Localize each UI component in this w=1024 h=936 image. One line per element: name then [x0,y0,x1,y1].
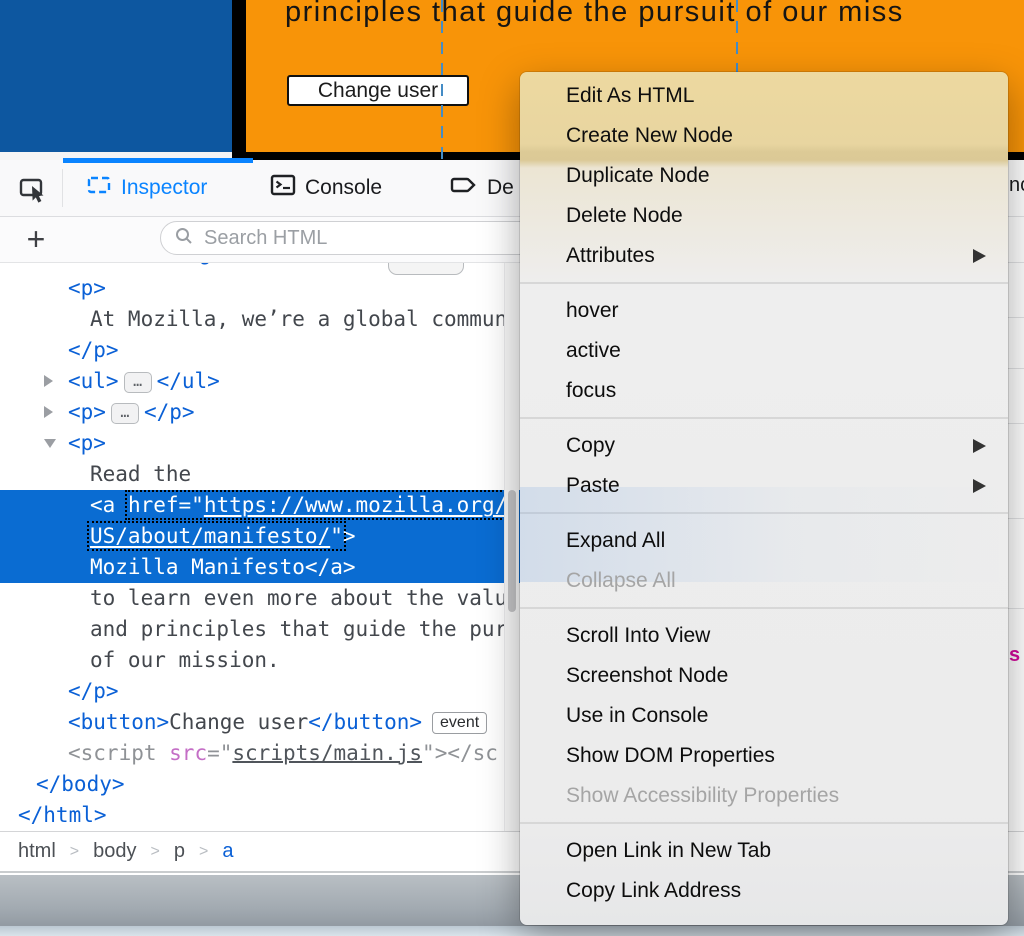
menu-item-delete-node[interactable]: Delete Node [520,196,1008,236]
menu-separator [520,607,1008,609]
menu-separator [520,512,1008,514]
console-icon [270,172,296,204]
menu-item-hover[interactable]: hover [520,291,1008,331]
inspector-frame-icon [86,172,112,204]
panel-divider [1008,608,1024,609]
scrollbar-thumb[interactable] [508,490,516,612]
markup-row[interactable]: to learn even more about the valu [0,583,520,614]
markup-row-p-collapsed[interactable]: <p>…</p> [0,397,520,428]
tab-debugger[interactable]: De [450,160,514,215]
menu-item-focus[interactable]: focus [520,371,1008,411]
markup-row-p-expanded[interactable]: <p> [0,428,520,459]
menu-item-active[interactable]: active [520,331,1008,371]
debugger-icon [450,172,478,204]
submenu-arrow-icon [973,249,986,263]
panel-divider [1008,262,1024,263]
add-node-button[interactable]: + [18,219,54,259]
breadcrumb-item-body[interactable]: body [93,840,136,863]
markup-row[interactable]: </p> [0,335,520,366]
event-badge[interactable]: event [432,712,487,734]
href-attribute[interactable]: href="https://www.mozilla.org/ [128,493,507,517]
markup-view: g <p> At Mozilla, we’re a global communi… [0,263,520,831]
expand-arrow-icon[interactable] [44,406,53,418]
markup-scrollbar[interactable] [504,263,519,831]
menu-item-create-new-node[interactable]: Create New Node [520,116,1008,156]
orange-panel-border [232,0,246,160]
panel-divider [1008,518,1024,519]
menu-item-copy-link-address[interactable]: Copy Link Address [520,871,1008,911]
markup-row-ul[interactable]: <ul>…</ul> [0,366,520,397]
menu-item-collapse-all[interactable]: Collapse All [520,561,1008,601]
markup-row[interactable]: </html> [0,800,520,831]
panel-divider [1008,317,1024,318]
menu-item-edit-as-html[interactable]: Edit As HTML [520,76,1008,116]
page-blue-block [0,0,232,152]
markup-row[interactable]: of our mission. [0,645,520,676]
tab-console[interactable]: Console [270,160,382,215]
breadcrumb-item-a[interactable]: a [222,840,233,863]
tab-label: De [487,176,514,200]
markup-row[interactable]: </p> [0,676,520,707]
panel-divider [1008,423,1024,424]
menu-item-expand-all[interactable]: Expand All [520,521,1008,561]
menu-item-copy[interactable]: Copy [520,426,1008,466]
href-url-line2: US/about/manifesto/ [90,524,330,548]
ellipsis-badge[interactable]: … [124,372,152,393]
panel-divider [1008,368,1024,369]
submenu-arrow-icon [973,439,986,453]
markup-row-button[interactable]: <button>Change user</button>event [0,707,520,738]
breadcrumb-item-html[interactable]: html [18,840,56,863]
toolbar-separator [62,169,63,207]
menu-item-paste[interactable]: Paste [520,466,1008,506]
menu-item-use-in-console[interactable]: Use in Console [520,696,1008,736]
selected-node-row[interactable]: US/about/manifesto/"> [0,521,520,552]
menu-item-attributes[interactable]: Attributes [520,236,1008,276]
clipped-tab-label: nc [1009,174,1024,197]
context-menu: Edit As HTML Create New Node Duplicate N… [520,72,1008,925]
breadcrumb-item-p[interactable]: p [174,840,185,863]
layout-guide-line [441,0,443,160]
selected-node-row[interactable]: Mozilla Manifesto</a> [0,552,520,583]
magnifier-icon [174,226,194,251]
menu-item-show-accessibility-properties[interactable]: Show Accessibility Properties [520,776,1008,816]
chevron-right-icon: > [70,843,79,861]
markup-row[interactable]: </body> [0,769,520,800]
selected-node-row[interactable]: <a href="https://www.mozilla.org/ [0,490,520,521]
panel-divider [1008,216,1024,217]
markup-row[interactable]: Read the [0,459,520,490]
markup-row[interactable]: and principles that guide the pur [0,614,520,645]
right-panel-sliver: nc s [1008,160,1024,831]
chevron-right-icon: > [199,843,208,861]
clipped-rule-selector: s [1009,644,1020,667]
chevron-right-icon: > [151,843,160,861]
menu-item-show-dom-properties[interactable]: Show DOM Properties [520,736,1008,776]
href-attribute-wrap[interactable]: US/about/manifesto/" [90,524,343,548]
expand-arrow-icon[interactable] [44,375,53,387]
markup-row-script[interactable]: <script src="scripts/main.js"></sc [0,738,520,769]
menu-item-duplicate-node[interactable]: Duplicate Node [520,156,1008,196]
markup-row[interactable]: At Mozilla, we’re a global communi [0,304,520,335]
tab-label: Inspector [121,176,207,200]
href-url-line1: https://www.mozilla.org/ [204,493,507,517]
menu-item-screenshot-node[interactable]: Screenshot Node [520,656,1008,696]
markup-row[interactable]: <p> [0,273,520,304]
page-heading-text: principles that guide the pursuit of our… [285,0,904,29]
menu-separator [520,417,1008,419]
menu-separator [520,282,1008,284]
ellipsis-badge[interactable]: … [111,403,139,424]
menu-item-scroll-into-view[interactable]: Scroll Into View [520,616,1008,656]
submenu-arrow-icon [973,479,986,493]
pick-element-icon[interactable] [18,173,50,205]
tab-inspector[interactable]: Inspector [86,160,207,215]
menu-item-open-link-in-new-tab[interactable]: Open Link in New Tab [520,831,1008,871]
menu-separator [520,822,1008,824]
clipped-row-fragment: g [199,263,212,265]
tab-label: Console [305,176,382,200]
window-bottom-edge [0,926,1024,936]
collapse-arrow-icon[interactable] [44,439,56,448]
